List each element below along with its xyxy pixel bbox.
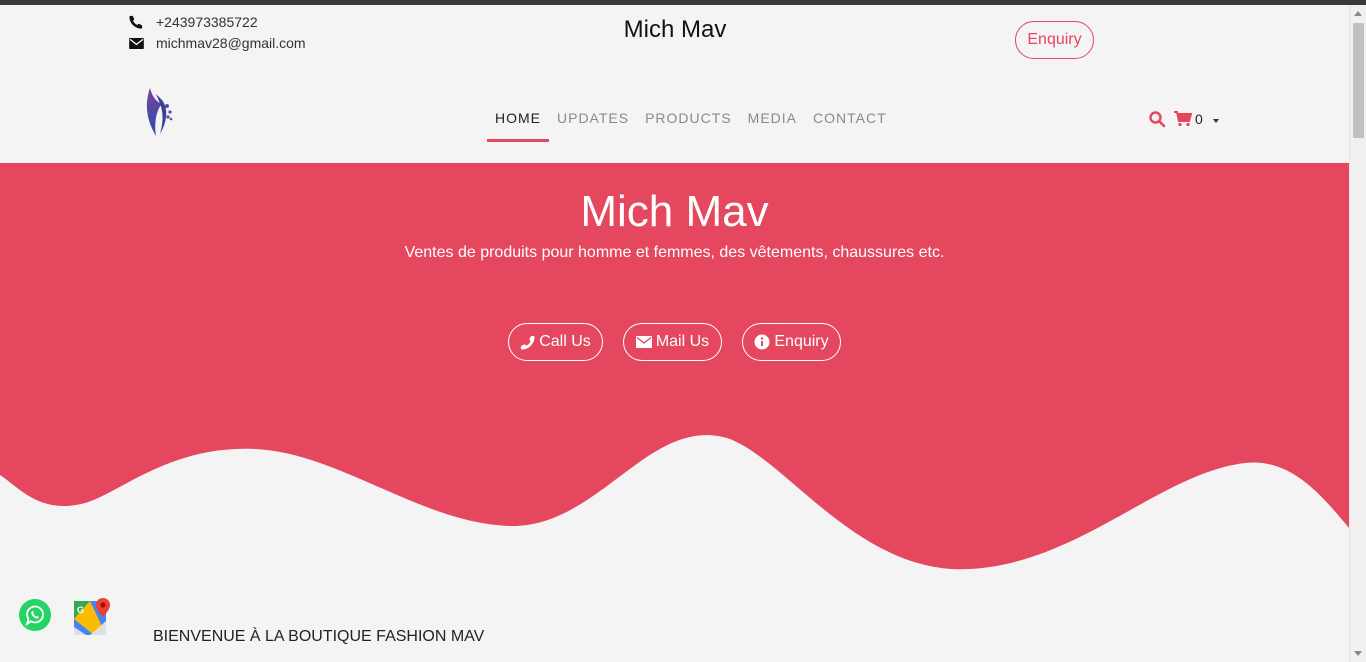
scrollbar-thumb[interactable] — [1353, 23, 1364, 138]
phone-icon — [128, 15, 144, 29]
vertical-scrollbar[interactable] — [1349, 5, 1366, 662]
enquiry-hero-label: Enquiry — [774, 333, 829, 350]
envelope-icon — [128, 36, 144, 50]
hero-subtitle: Ventes de produits pour homme et femmes,… — [404, 244, 945, 261]
nav-item-home[interactable]: HOME — [487, 104, 549, 142]
mail-us-button[interactable]: Mail Us — [623, 323, 722, 361]
nav-item-updates[interactable]: UPDATES — [549, 104, 637, 140]
nav-item-contact[interactable]: CONTACT — [805, 104, 895, 140]
scroll-up-icon[interactable] — [1354, 11, 1362, 16]
nav-item-media[interactable]: MEDIA — [740, 104, 805, 140]
brand-logo[interactable] — [142, 86, 176, 140]
phone-icon — [520, 335, 535, 350]
contact-phone[interactable]: +243973385722 — [128, 14, 258, 30]
nav-item-products[interactable]: PRODUCTS — [637, 104, 740, 140]
browser-top-edge — [0, 0, 1366, 5]
google-maps-icon[interactable]: G — [72, 597, 112, 637]
hero-title: Mich Mav — [580, 187, 769, 236]
chevron-down-icon[interactable] — [1212, 118, 1219, 123]
contact-email[interactable]: michmav28@gmail.com — [128, 35, 306, 51]
site-title: Mich Mav — [623, 16, 727, 43]
cart-icon[interactable] — [1174, 111, 1192, 127]
header-tools: 0 — [1148, 110, 1219, 128]
enquiry-button-top[interactable]: Enquiry — [1015, 21, 1094, 59]
mail-us-label: Mail Us — [655, 333, 710, 350]
call-us-button[interactable]: Call Us — [508, 323, 603, 361]
email-text: michmav28@gmail.com — [156, 35, 306, 51]
enquiry-button-hero[interactable]: Enquiry — [742, 323, 841, 361]
search-icon[interactable] — [1148, 110, 1166, 128]
call-us-label: Call Us — [539, 333, 591, 350]
phone-text: +243973385722 — [156, 14, 258, 30]
cart-count[interactable]: 0 — [1195, 111, 1203, 127]
svg-text:G: G — [77, 605, 84, 615]
scroll-down-icon[interactable] — [1354, 651, 1362, 656]
info-icon — [754, 334, 770, 350]
main-nav: HOME UPDATES PRODUCTS MEDIA CONTACT — [487, 104, 895, 142]
whatsapp-icon[interactable] — [18, 598, 52, 632]
welcome-heading: BIENVENUE À LA BOUTIQUE FASHION MAV — [153, 628, 485, 645]
envelope-icon — [635, 336, 652, 348]
